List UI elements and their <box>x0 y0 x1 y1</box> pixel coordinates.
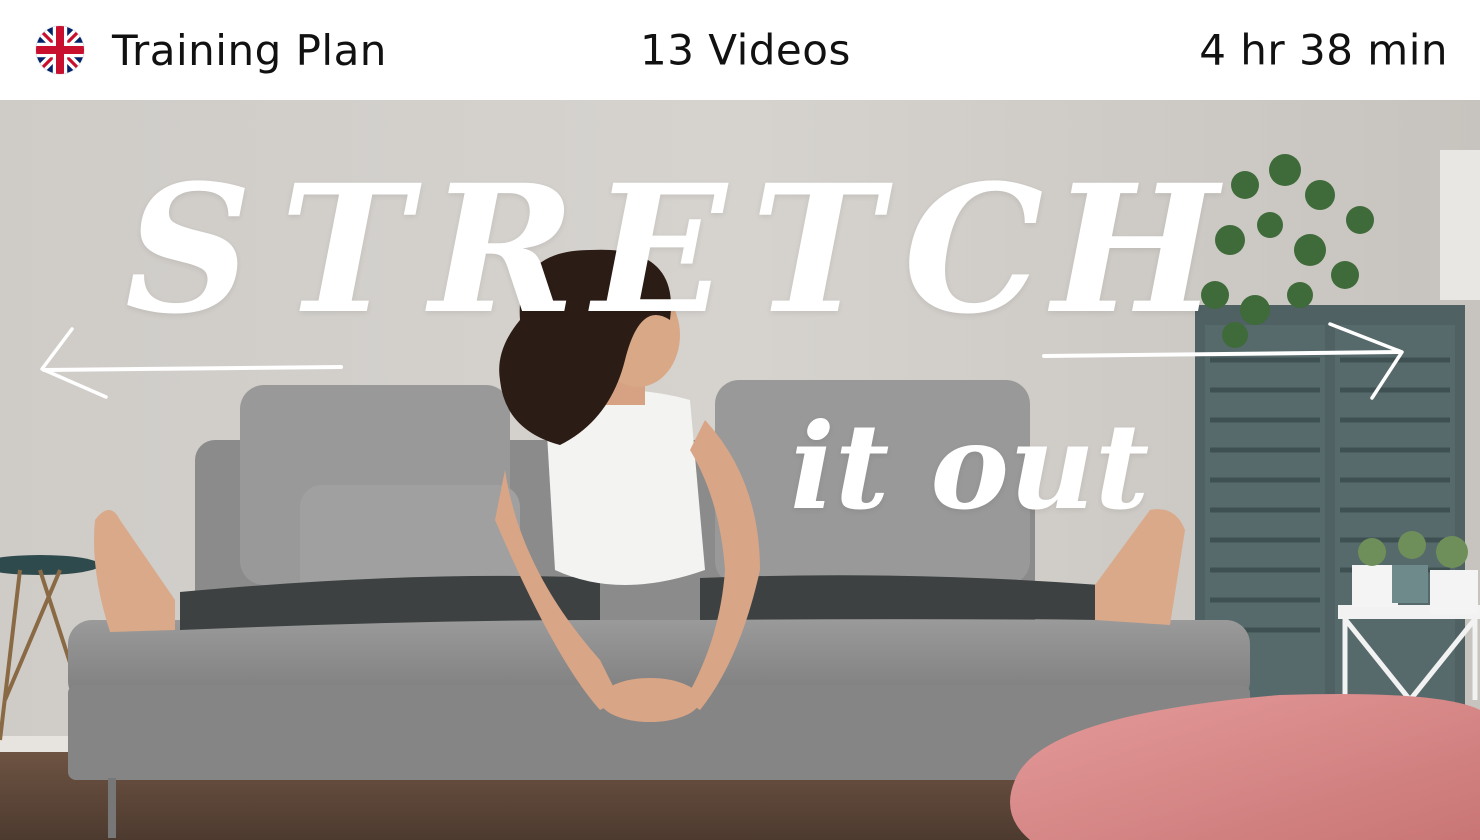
title-letter: C <box>903 146 1044 353</box>
title-letter: H <box>1052 146 1219 353</box>
arrow-left-icon <box>40 327 343 399</box>
subtitle-it-out: it out <box>790 397 1150 536</box>
title-letter: S <box>124 146 253 353</box>
arrow-right-icon <box>1042 322 1404 400</box>
title-letter: E <box>592 146 727 353</box>
title-letter: R <box>429 146 576 353</box>
video-count: 13 Videos <box>640 25 851 75</box>
title-stretch: S T R E T C H <box>0 162 1480 338</box>
plan-label: Training Plan <box>112 25 387 75</box>
header-bar: Training Plan 13 Videos 4 hr 38 min <box>0 0 1480 100</box>
title-letter: T <box>280 146 411 353</box>
total-duration: 4 hr 38 min <box>1199 25 1448 75</box>
training-plan-banner: Training Plan 13 Videos 4 hr 38 min S T … <box>0 0 1480 840</box>
hero-image: S T R E T C H it out <box>0 100 1480 840</box>
title-letter: T <box>751 146 882 353</box>
uk-flag-icon <box>36 26 84 74</box>
